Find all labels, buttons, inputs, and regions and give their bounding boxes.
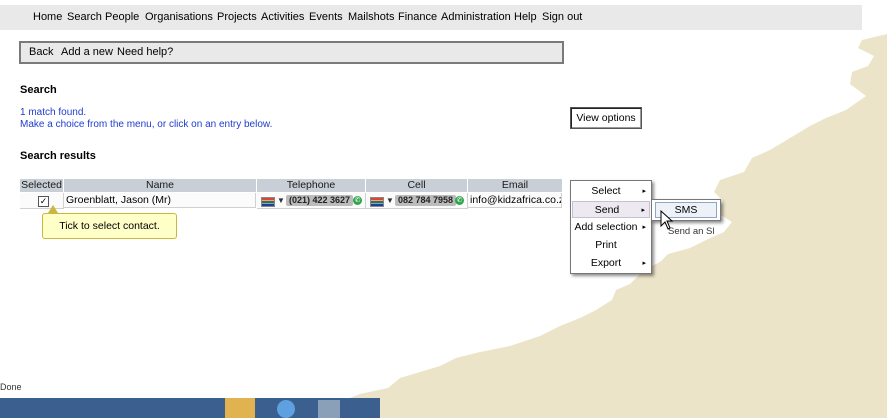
search-results-heading: Search results xyxy=(20,150,96,162)
chevron-right-icon: ▸ xyxy=(642,188,646,195)
menu-item-send[interactable]: Send ▸ xyxy=(572,201,650,218)
contact-name-cell[interactable]: Groenblatt, Jason (Mr) xyxy=(64,193,256,208)
taskbar xyxy=(0,398,380,418)
chevron-right-icon: ▸ xyxy=(641,207,645,214)
screenshot-stage: Home Search People Organisations Project… xyxy=(0,0,887,418)
menu-item-export[interactable]: Export ▸ xyxy=(572,255,650,272)
top-navigation: Home Search People Organisations Project… xyxy=(0,0,887,36)
tooltip-pointer xyxy=(48,205,58,213)
menu-item-label: Print xyxy=(595,239,617,251)
menu-item-label: Select xyxy=(591,185,621,197)
chevron-down-icon[interactable]: ▼ xyxy=(386,196,394,205)
column-header-email[interactable]: Email xyxy=(468,179,563,192)
menu-item-print[interactable]: Print xyxy=(572,237,650,254)
nav-mailshots[interactable]: Mailshots xyxy=(348,11,394,23)
column-header-name[interactable]: Name xyxy=(64,179,257,192)
context-menu: Select ▸ Send ▸ Add selection ▸ Print Ex… xyxy=(570,180,652,274)
chevron-right-icon: ▸ xyxy=(642,260,646,267)
menu-item-select[interactable]: Select ▸ xyxy=(572,183,650,200)
telephone-value: (021) 422 3627 xyxy=(286,195,354,206)
nav-home[interactable]: Home xyxy=(33,11,62,23)
nav-projects[interactable]: Projects xyxy=(217,11,257,23)
nav-organisations[interactable]: Organisations xyxy=(145,11,213,23)
menu-item-label: Send xyxy=(594,204,620,216)
back-button[interactable]: Back xyxy=(29,46,53,58)
cell-value: 082 784 7958 xyxy=(395,195,457,206)
action-toolbar: Back Add a new Need help? xyxy=(19,41,564,64)
cursor-icon xyxy=(660,210,674,230)
instruction-text: Make a choice from the menu, or click on… xyxy=(20,119,273,130)
flag-icon xyxy=(370,197,384,207)
tooltip: Tick to select contact. xyxy=(42,213,177,239)
chevron-down-icon[interactable]: ▼ xyxy=(277,196,285,205)
nav-search[interactable]: Search xyxy=(67,11,102,23)
chevron-right-icon: ▸ xyxy=(642,224,646,231)
nav-events[interactable]: Events xyxy=(309,11,343,23)
need-help-button[interactable]: Need help? xyxy=(117,46,173,58)
email-cell[interactable]: info@kidzafrica.co.za xyxy=(468,193,562,208)
nav-administration[interactable]: Administration xyxy=(441,11,511,23)
flag-icon xyxy=(261,197,275,207)
view-options-button[interactable]: View options xyxy=(570,107,642,129)
menu-item-label: Add selection xyxy=(574,221,638,233)
search-heading: Search xyxy=(20,84,57,96)
checkbox-check-icon: ✓ xyxy=(39,196,48,206)
nav-help[interactable]: Help xyxy=(514,11,537,23)
add-new-button[interactable]: Add a new xyxy=(61,46,113,58)
call-icon[interactable]: ✆ xyxy=(353,196,362,205)
column-header-telephone[interactable]: Telephone xyxy=(257,179,366,192)
nav-sign-out[interactable]: Sign out xyxy=(542,11,582,23)
column-header-cell[interactable]: Cell xyxy=(366,179,468,192)
call-icon[interactable]: ✆ xyxy=(455,196,464,205)
menu-item-add-selection[interactable]: Add selection ▸ xyxy=(572,219,650,236)
menu-item-label: Export xyxy=(590,257,622,269)
column-header-selected: Selected xyxy=(20,179,64,192)
sms-hint-tooltip: Send an SMS xyxy=(668,226,714,237)
match-count-text: 1 match found. xyxy=(20,107,87,118)
nav-people[interactable]: People xyxy=(105,11,139,23)
nav-finance[interactable]: Finance xyxy=(398,11,437,23)
nav-activities[interactable]: Activities xyxy=(261,11,304,23)
